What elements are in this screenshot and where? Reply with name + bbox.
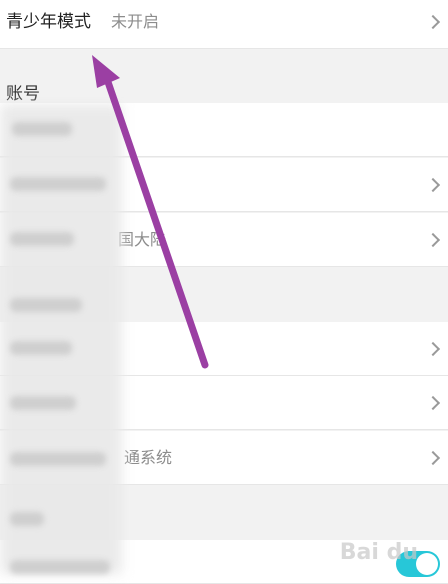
blurred-text bbox=[10, 452, 106, 466]
chevron-right-icon bbox=[425, 177, 441, 192]
blurred-text bbox=[10, 512, 44, 526]
account-section-title: 账号 bbox=[6, 84, 40, 104]
region-value: 国大陆 bbox=[118, 230, 167, 249]
blurred-text bbox=[10, 341, 72, 355]
system-value: 通系统 bbox=[124, 448, 173, 467]
blurred-text bbox=[10, 177, 106, 191]
teen-mode-label: 青少年模式 bbox=[6, 12, 91, 32]
chevron-right-icon bbox=[425, 450, 441, 465]
chevron-right-icon bbox=[425, 14, 441, 29]
chevron-right-icon bbox=[425, 232, 441, 247]
blurred-text bbox=[10, 232, 74, 246]
blurred-text bbox=[10, 396, 76, 410]
teen-mode-status: 未开启 bbox=[111, 12, 160, 31]
blurred-text bbox=[10, 298, 82, 312]
chevron-right-icon bbox=[425, 341, 441, 356]
watermark: Bai du bbox=[339, 540, 418, 565]
blurred-text bbox=[10, 560, 110, 574]
blurred-region bbox=[0, 104, 122, 574]
chevron-right-icon bbox=[425, 395, 441, 410]
blurred-text bbox=[12, 122, 72, 136]
teen-mode-row[interactable]: 青少年模式 未开启 bbox=[0, 0, 448, 49]
